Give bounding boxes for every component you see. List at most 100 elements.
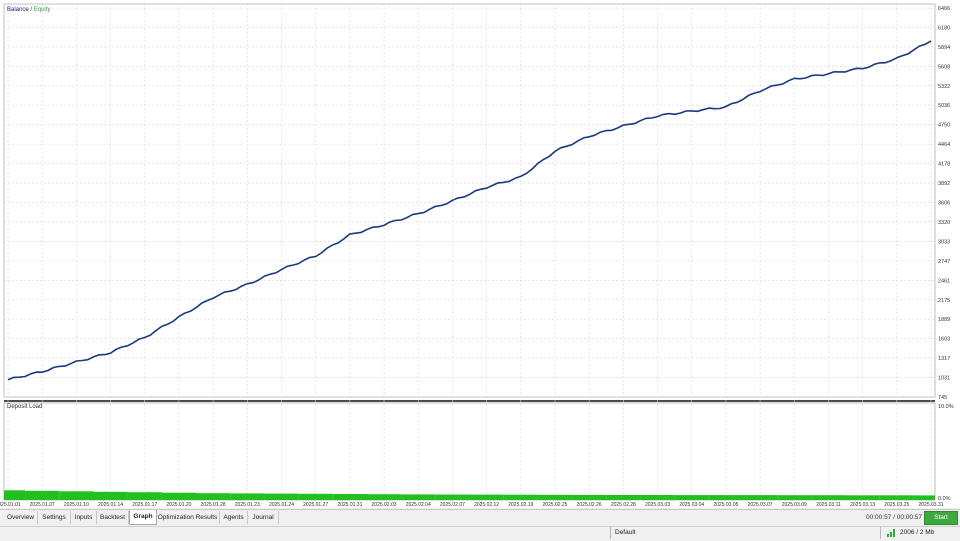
tester-tab-bar: Overview Settings Inputs Backtest Graph … — [0, 509, 960, 525]
x-tick-label: 2025.01.17 — [132, 502, 157, 508]
deposit-load-bar — [503, 494, 538, 500]
deposit-load-bar — [572, 494, 607, 500]
balance-series-line — [7, 40, 932, 381]
y-tick-label: 4178 — [938, 162, 950, 168]
y-tick-label: 3320 — [938, 220, 950, 226]
deposit-load-bar — [93, 491, 128, 500]
deposit-load-bar — [298, 493, 333, 500]
x-tick-label: 2025.01.20 — [166, 502, 191, 508]
balance-chart: 6466 6180 5894 5608 5322 5036 4750 4464 4178 3892… — [0, 3, 954, 508]
tab-inputs[interactable]: Inputs — [71, 511, 97, 524]
load-plot-frame — [3, 402, 936, 501]
deposit-load-bar — [4, 490, 26, 500]
x-tick-label: 2025.02.12 — [474, 502, 499, 508]
x-tick-label: 2025.02.07 — [440, 502, 465, 508]
y-tick-label: 4464 — [938, 142, 950, 148]
signal-strength-icon — [887, 529, 897, 537]
deposit-load-bar — [674, 495, 709, 500]
x-tick-label: 2025.02.03 — [372, 502, 397, 508]
status-bar — [0, 526, 960, 541]
deposit-load-bar — [845, 495, 880, 500]
deposit-load-bar — [811, 495, 846, 500]
deposit-load-bar — [708, 495, 743, 500]
tab-graph[interactable]: Graph — [129, 510, 157, 525]
deposit-load-bar — [777, 495, 812, 500]
y-tick-label: 2175 — [938, 298, 950, 304]
deposit-load-bar — [230, 493, 265, 500]
x-tick-label: 2025.03.07 — [748, 502, 773, 508]
deposit-load-bar — [196, 493, 231, 500]
x-tick-label: 2025.01.14 — [98, 502, 123, 508]
deposit-load-title: Deposit Load — [7, 404, 43, 410]
y-tick-label: 5322 — [938, 84, 950, 90]
y-tick-label: 3892 — [938, 181, 950, 187]
x-tick-label: 2025.02.26 — [577, 502, 602, 508]
tab-journal[interactable]: Journal — [248, 511, 279, 524]
load-tick-label: 10.0% — [938, 404, 954, 410]
x-tick-label: 2025.03.09 — [782, 502, 807, 508]
x-tick-label: 2025.02.04 — [406, 502, 431, 508]
y-tick-label: 5608 — [938, 64, 950, 70]
deposit-load-bar — [469, 494, 504, 500]
deposit-load-bar — [59, 491, 94, 500]
deposit-load-bar — [332, 494, 367, 500]
y-tick-label: 1317 — [938, 356, 950, 362]
x-tick-label: 2025.03.31 — [918, 502, 943, 508]
y-tick-label: 5894 — [938, 45, 950, 51]
x-tick-label: 2025.01.24 — [269, 502, 294, 508]
x-tick-label: 2025.03.13 — [850, 502, 875, 508]
tab-settings[interactable]: Settings — [38, 511, 71, 524]
legend-balance: Balance — [7, 7, 29, 13]
deposit-load-bar — [401, 494, 436, 500]
deposit-load-bar — [25, 490, 60, 500]
deposit-load-bar — [606, 495, 641, 500]
deposit-load-bar — [127, 492, 162, 500]
x-tick-label: 2025.03.05 — [713, 502, 738, 508]
x-tick-label: 2025.01.28 — [201, 502, 226, 508]
y-tick-label: 6466 — [938, 6, 950, 12]
y-tick-label: 4750 — [938, 123, 950, 129]
test-timer: 00:00:57 / 00:00:57 — [866, 514, 923, 521]
x-tick-label: 2025.01.23 — [235, 502, 260, 508]
y-tick-label: 745 — [938, 395, 947, 401]
tab-agents[interactable]: Agents — [220, 511, 248, 524]
deposit-load-bar — [640, 495, 675, 500]
status-connection: 2006 / 2 Mb — [900, 529, 935, 536]
x-tick-label: 2025.01.10 — [64, 502, 89, 508]
status-divider — [880, 527, 881, 539]
chart-legend: Balance / Equity — [7, 7, 50, 13]
chart-area: 6466 6180 5894 5608 5322 5036 4750 4464 4178 3892… — [0, 0, 960, 508]
deposit-load-bar — [264, 493, 299, 500]
status-divider — [610, 527, 611, 539]
y-tick-label: 3606 — [938, 200, 950, 206]
legend-equity: Equity — [33, 7, 51, 13]
y-tick-label: 2461 — [938, 278, 950, 284]
y-tick-label: 6180 — [938, 25, 950, 31]
x-tick-label: 2025.02.28 — [611, 502, 636, 508]
x-tick-label: 2025.02.19 — [508, 502, 533, 508]
x-tick-label: 2025.01.31 — [337, 502, 362, 508]
y-tick-label: 3033 — [938, 239, 950, 245]
tab-overview[interactable]: Overview — [4, 511, 38, 524]
y-tick-label: 1603 — [938, 337, 950, 343]
y-tick-label: 1031 — [938, 376, 950, 382]
y-tick-label: 5036 — [938, 103, 950, 109]
deposit-load-bar — [743, 495, 778, 500]
y-tick-label: 1889 — [938, 317, 950, 323]
x-tick-label: 2025.02.25 — [542, 502, 567, 508]
deposit-load-bar — [913, 495, 935, 500]
x-tick-label: 2025.03.03 — [645, 502, 670, 508]
start-button[interactable]: Start — [924, 511, 958, 525]
x-tick-label: 2025.01.01 — [0, 502, 21, 508]
x-tick-label: 2025.01.27 — [303, 502, 328, 508]
x-tick-label: 2025.03.04 — [679, 502, 704, 508]
tab-optimization-results[interactable]: Optimization Results — [156, 511, 220, 524]
deposit-load-bar — [435, 494, 470, 500]
x-tick-label: 2025.03.11 — [816, 502, 841, 508]
deposit-load-bar — [537, 494, 573, 500]
deposit-load-bar — [161, 492, 196, 500]
tab-backtest[interactable]: Backtest — [97, 511, 129, 524]
deposit-load-bar — [879, 495, 914, 500]
x-tick-label: 2025.03.25 — [884, 502, 909, 508]
y-tick-label: 2747 — [938, 259, 950, 265]
